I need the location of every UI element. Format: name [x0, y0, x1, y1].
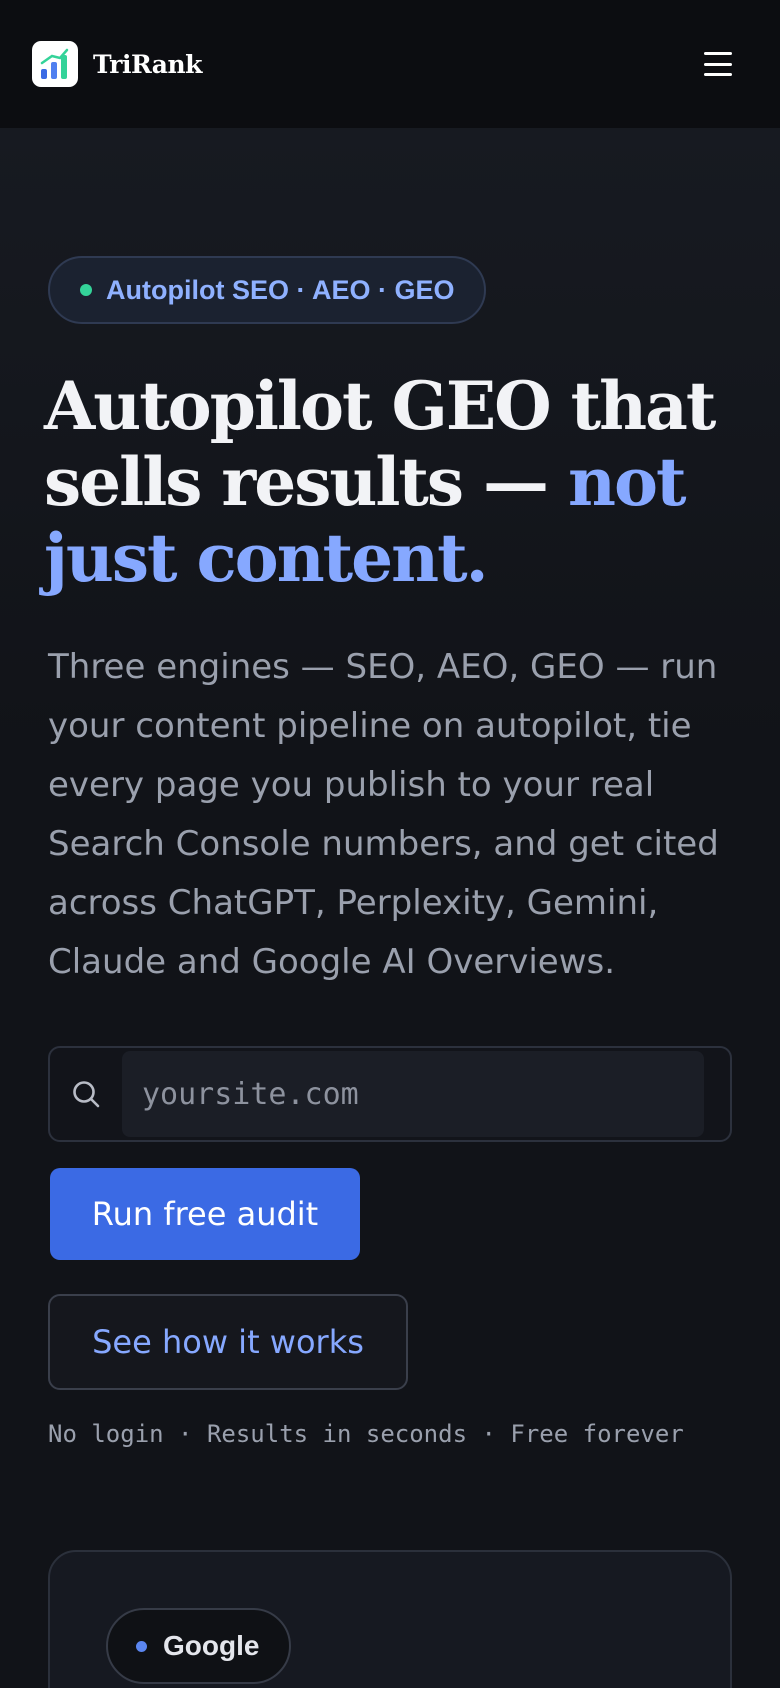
page-title: Autopilot GEO that sells results — not j… — [44, 368, 764, 596]
search-icon — [50, 1048, 122, 1140]
cta-fineprint: No login · Results in seconds · Free for… — [48, 1420, 684, 1448]
engine-chip-label: Google — [163, 1630, 260, 1661]
hero-description: Three engines — SEO, AEO, GEO — run your… — [48, 647, 719, 982]
site-url-input[interactable] — [122, 1051, 704, 1137]
feature-badge-label: Autopilot SEO · AEO · GEO — [106, 274, 455, 305]
brand[interactable]: TriRank — [32, 41, 203, 87]
brand-name: TriRank — [93, 49, 203, 79]
engine-card: Google — [48, 1550, 732, 1688]
top-header: TriRank — [0, 0, 780, 128]
site-search-box — [48, 1046, 732, 1142]
engine-chip-google[interactable]: Google — [106, 1608, 292, 1684]
feature-badge: Autopilot SEO · AEO · GEO — [48, 256, 487, 324]
bar-chart-logo-icon — [32, 41, 78, 87]
engine-dot-icon — [136, 1640, 147, 1652]
status-dot-icon — [80, 284, 92, 296]
run-free-audit-button[interactable]: Run free audit — [50, 1168, 360, 1260]
see-how-it-works-button[interactable]: See how it works — [48, 1294, 408, 1390]
hamburger-menu-icon[interactable] — [704, 52, 732, 76]
